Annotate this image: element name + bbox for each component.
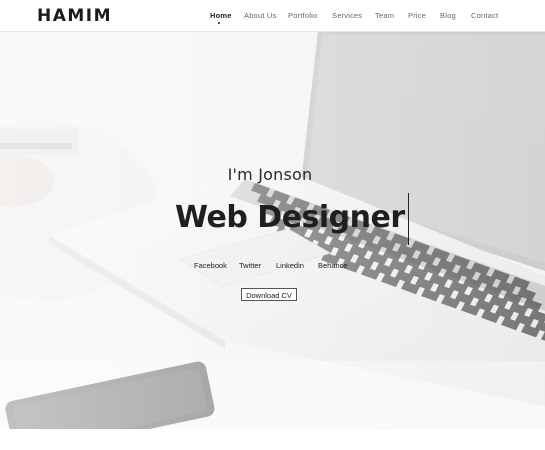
active-indicator-dot xyxy=(218,22,220,24)
site-header: HAMIM Home About Us Portfolio Services T… xyxy=(0,0,545,32)
typing-cursor xyxy=(407,193,410,245)
nav-item-price[interactable]: Price xyxy=(408,11,426,20)
below-hero-area xyxy=(0,429,545,450)
site-logo[interactable]: HAMIM xyxy=(37,6,112,26)
nav-item-portfolio[interactable]: Portfolio xyxy=(288,11,317,20)
download-cv-button[interactable]: Download CV xyxy=(241,288,297,301)
nav-item-team[interactable]: Team xyxy=(375,11,394,20)
nav-item-contact[interactable]: Contact xyxy=(471,11,498,20)
hero-role-text: Web Designer xyxy=(175,200,405,236)
nav-item-blog[interactable]: Blog xyxy=(440,11,456,20)
social-link-behance[interactable]: Behance xyxy=(318,261,348,270)
social-link-facebook[interactable]: Facebook xyxy=(194,261,227,270)
nav-item-services[interactable]: Services xyxy=(332,11,362,20)
hero-content: I'm Jonson Web Designer Facebook Twitter… xyxy=(0,31,545,429)
hero-role: Web Designer xyxy=(175,193,410,245)
nav-item-home[interactable]: Home xyxy=(210,11,232,20)
hero-section: I'm Jonson Web Designer Facebook Twitter… xyxy=(0,31,545,429)
hero-intro: I'm Jonson xyxy=(227,165,313,184)
social-link-twitter[interactable]: Twitter xyxy=(239,261,261,270)
social-link-linkedin[interactable]: Linkedin xyxy=(276,261,304,270)
nav-item-about-us[interactable]: About Us xyxy=(244,11,276,20)
social-links: Facebook Twitter Linkedin Behance xyxy=(0,261,545,273)
